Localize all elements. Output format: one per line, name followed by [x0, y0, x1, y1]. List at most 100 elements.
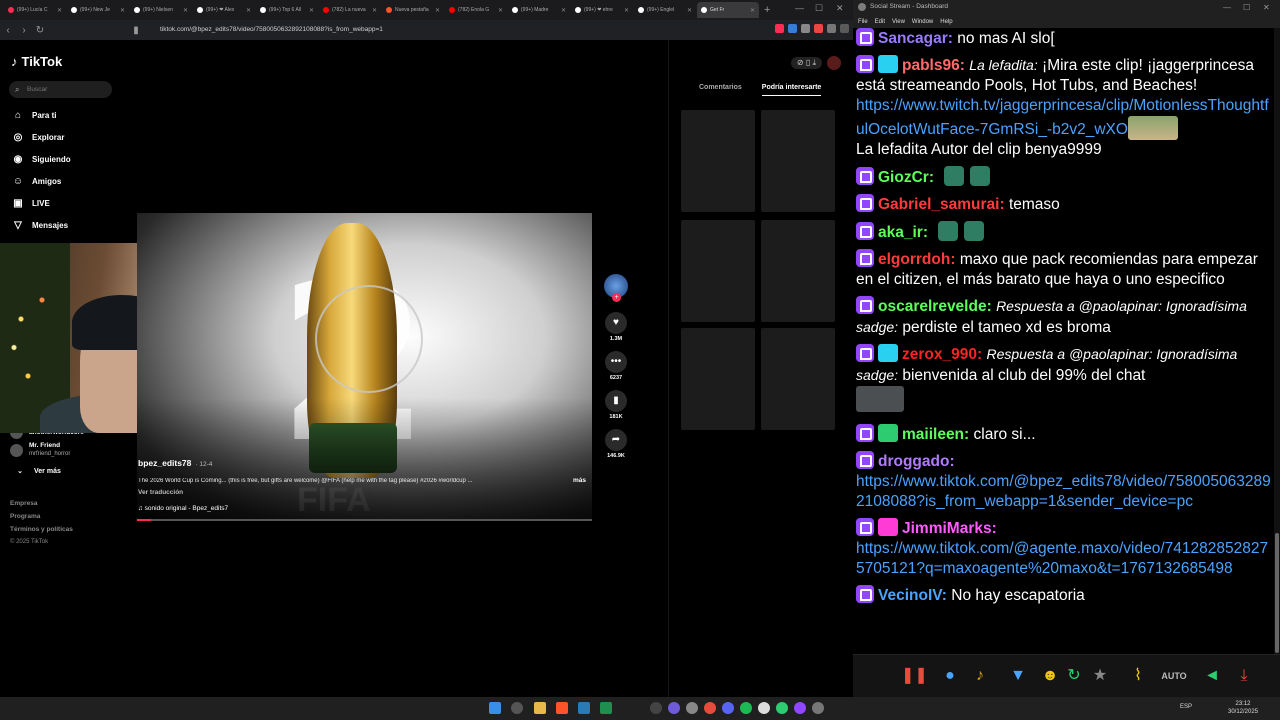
tray-icon[interactable] [758, 702, 770, 714]
browser-tab[interactable]: (99+) Top 6 All ✕ [256, 2, 318, 18]
follow-plus-icon[interactable]: + [612, 293, 621, 302]
video-progress-bar[interactable] [137, 519, 592, 521]
close-tab-icon[interactable]: ✕ [183, 7, 188, 14]
video-player[interactable]: 2 FIFA [137, 213, 592, 521]
chat-link[interactable]: https://www.twitch.tv/jaggerprincesa/cli… [856, 97, 1269, 138]
chat-link[interactable]: https://www.tiktok.com/@agente.maxo/vide… [856, 540, 1268, 577]
auto-button[interactable]: AUTO [1159, 663, 1189, 689]
video-thumbnail[interactable] [681, 220, 755, 322]
search-icon[interactable] [511, 702, 523, 714]
reload-icon[interactable]: ↻ [32, 25, 48, 36]
avatar[interactable] [827, 56, 841, 70]
sidebar-item-siguiendo[interactable]: ◉ Siguiendo [12, 154, 71, 165]
close-window-icon[interactable]: ✕ [836, 3, 844, 14]
chat-link[interactable]: https://www.tiktok.com/@bpez_edits78/vid… [856, 473, 1271, 510]
tray-icon[interactable] [650, 702, 662, 714]
footer-link[interactable]: Empresa [10, 500, 37, 507]
minimize-icon[interactable]: — [1223, 3, 1231, 12]
clock[interactable]: 23:12 30/12/2025 [1228, 700, 1258, 716]
video-thumbnail[interactable] [761, 110, 835, 212]
following-user[interactable]: Mr. Friend mrfriend_horror [10, 442, 70, 458]
bell-icon[interactable]: ♪ [967, 663, 993, 689]
menu-item-file[interactable]: File [858, 16, 868, 28]
tab-comments[interactable]: Comentarios [699, 84, 742, 96]
video-author[interactable]: bpez_edits78 · 12-4 [138, 458, 212, 468]
brave-browser-icon[interactable] [556, 702, 568, 714]
filter-icon[interactable]: ▼ [1005, 663, 1031, 689]
video-thumbnail[interactable] [761, 328, 835, 430]
more-link[interactable]: más [573, 477, 586, 484]
see-more-link[interactable]: ⌄ Ver más [14, 467, 61, 476]
sidebar-item-mensajes[interactable]: ▽ Mensajes [12, 220, 68, 231]
sound-link[interactable]: ♫ sonido original - Bpez_edits7 [138, 505, 228, 512]
chat-username[interactable]: elgorrdoh [878, 251, 950, 268]
footer-link[interactable]: Términos y políticas [10, 526, 73, 533]
video-thumbnail[interactable] [681, 110, 755, 212]
close-tab-icon[interactable]: ✕ [624, 7, 629, 14]
twitch-icon[interactable] [794, 702, 806, 714]
clear-icon[interactable]: ⤓ [1231, 663, 1257, 689]
tray-icon[interactable] [812, 702, 824, 714]
chat-username[interactable]: zerox_990 [902, 346, 977, 363]
sidebar-item-para-ti[interactable]: ⌂ Para ti [12, 110, 57, 121]
chat-username[interactable]: GiozCr [878, 169, 929, 186]
share-button[interactable]: ➦ 146.9K [604, 429, 628, 459]
close-tab-icon[interactable]: ✕ [435, 7, 440, 14]
mute-icon[interactable]: ◄ [1199, 663, 1225, 689]
taskbar-app-icon[interactable] [600, 702, 612, 714]
close-tab-icon[interactable]: ✕ [498, 7, 503, 14]
close-tab-icon[interactable]: ✕ [309, 7, 314, 14]
extension-icon[interactable] [827, 24, 836, 33]
tray-icon[interactable] [686, 702, 698, 714]
taskbar-app-icon[interactable] [578, 702, 590, 714]
browser-tab[interactable]: Get Fr ✕ [697, 2, 759, 18]
extension-icon[interactable] [788, 24, 797, 33]
tray-icon[interactable] [704, 702, 716, 714]
browser-tab[interactable]: (99+) New Je ✕ [67, 2, 129, 18]
video-thumbnail[interactable] [681, 328, 755, 430]
url-field[interactable]: tiktok.com/@bpez_edits78/video/758005063… [142, 23, 582, 37]
refresh-icon[interactable]: ↻ [1061, 663, 1087, 689]
menu-item-help[interactable]: Help [940, 16, 952, 28]
close-tab-icon[interactable]: ✕ [120, 7, 125, 14]
close-tab-icon[interactable]: ✕ [687, 7, 692, 14]
maximize-icon[interactable]: ☐ [815, 3, 823, 14]
pause-icon[interactable]: ❚❚ [901, 663, 928, 689]
chat-username[interactable]: oscarelrevelde [878, 298, 987, 315]
browser-tab[interactable]: (782) Enola G ✕ [445, 2, 507, 18]
broom-icon[interactable]: ⌇ [1125, 663, 1151, 689]
tiktok-logo[interactable]: ♪ TikTok [11, 54, 62, 69]
browser-tab[interactable]: (99+) Madre ✕ [508, 2, 570, 18]
chat-username[interactable]: Gabriel_samurai [878, 196, 999, 213]
clip-thumbnail[interactable] [1127, 116, 1178, 140]
forward-icon[interactable]: › [16, 25, 32, 36]
tray-icon[interactable] [776, 702, 788, 714]
new-tab-button[interactable]: + [764, 4, 770, 16]
close-tab-icon[interactable]: ✕ [57, 7, 62, 14]
emoji-icon[interactable]: ☻ [1037, 663, 1063, 689]
chat-username[interactable]: VecinoIV [878, 587, 942, 604]
minimize-icon[interactable]: — [795, 3, 804, 13]
close-icon[interactable]: ✕ [1263, 3, 1270, 12]
search-input[interactable]: ⌕ Buscar [9, 81, 112, 98]
close-tab-icon[interactable]: ✕ [372, 7, 377, 14]
chat-username[interactable]: droggado [878, 453, 949, 470]
extension-icon[interactable] [775, 24, 784, 33]
chat-username[interactable]: maiileen [902, 426, 964, 443]
close-tab-icon[interactable]: ✕ [561, 7, 566, 14]
chat-username[interactable]: Sancagar [878, 30, 948, 47]
browser-tab[interactable]: (99+) Nielsen ✕ [130, 2, 192, 18]
browser-tab[interactable]: (99+) Lucía C ✕ [4, 2, 66, 18]
chat-bubble-icon[interactable]: ● [937, 663, 963, 689]
close-tab-icon[interactable]: ✕ [246, 7, 251, 14]
footer-link[interactable]: Programa [10, 513, 40, 520]
chat-username[interactable]: JimmiMarks [902, 520, 992, 537]
browser-tab[interactable]: (99+) ❤ ehre ✕ [571, 2, 633, 18]
menu-item-window[interactable]: Window [912, 16, 933, 28]
discord-icon[interactable] [722, 702, 734, 714]
maximize-icon[interactable]: ☐ [1243, 3, 1250, 12]
extension-icon[interactable] [814, 24, 823, 33]
browser-tab[interactable]: (782) La nueva ✕ [319, 2, 381, 18]
extension-icon[interactable] [801, 24, 810, 33]
chat-username[interactable]: aka_ir [878, 224, 923, 241]
